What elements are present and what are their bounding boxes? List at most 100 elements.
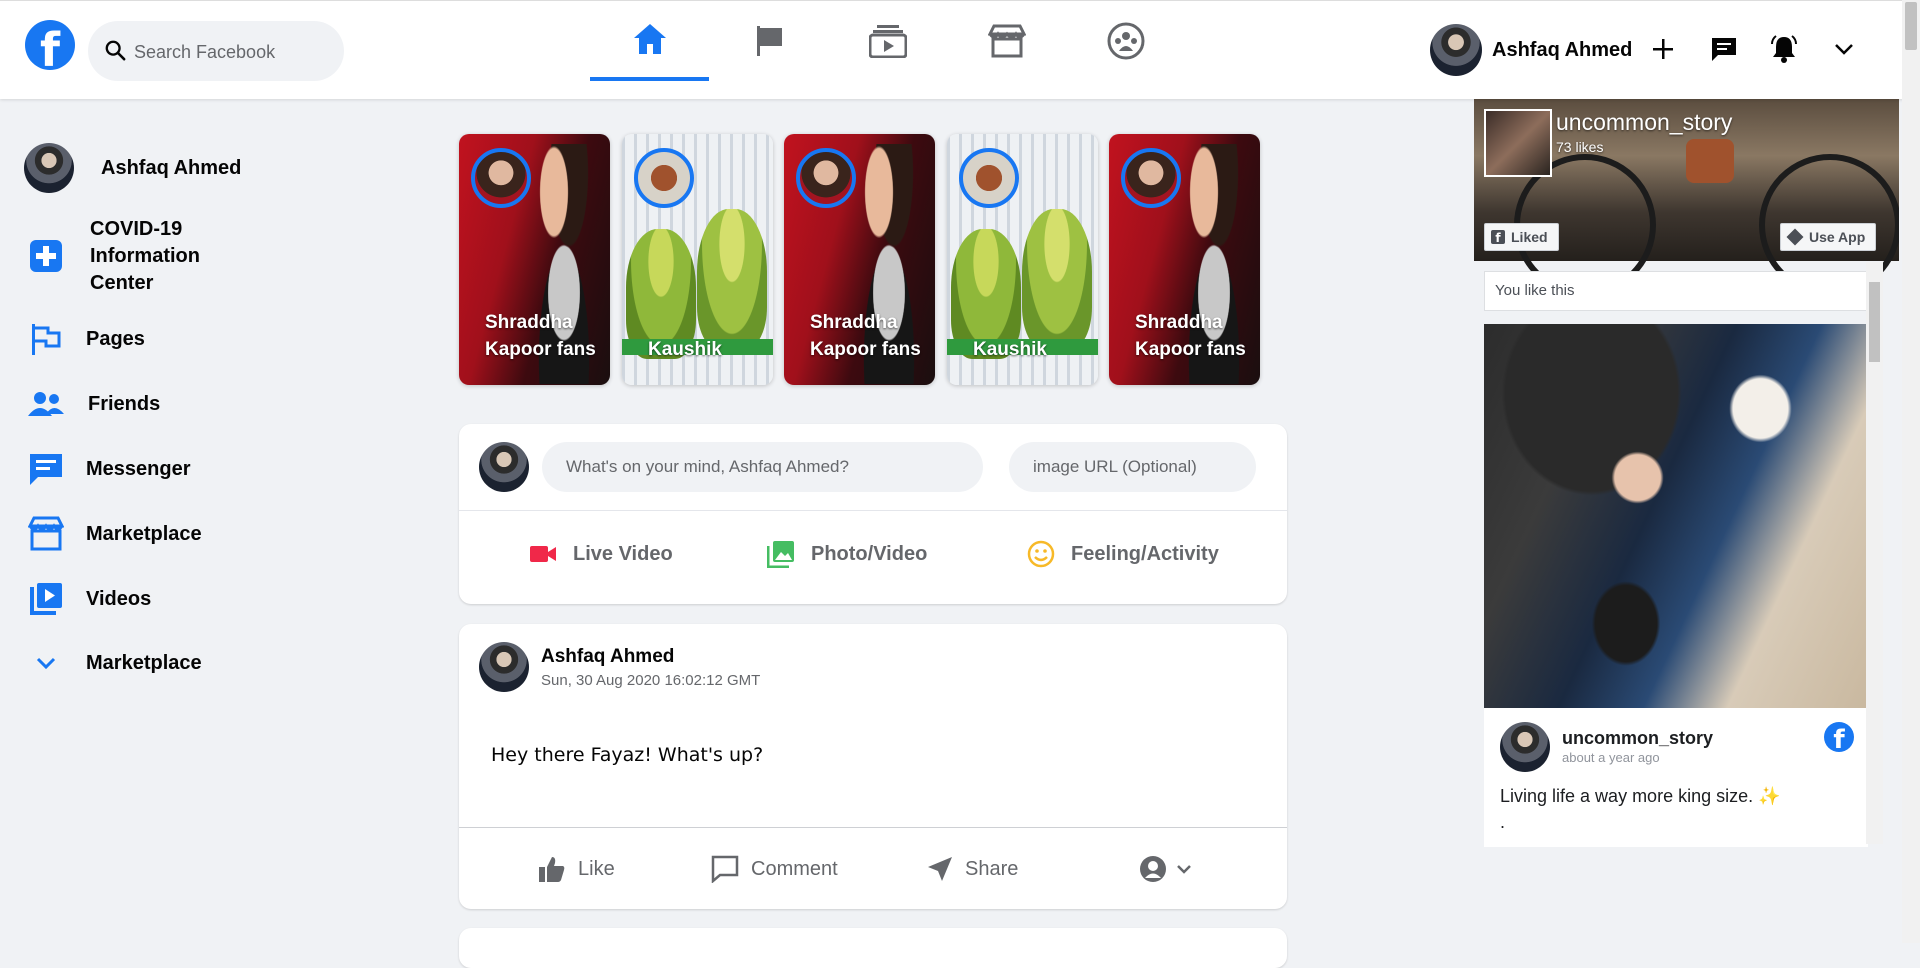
sidebar-item-messenger[interactable]: Messenger: [24, 436, 384, 502]
groups-icon: [1107, 22, 1144, 60]
feeling-activity-button[interactable]: Feeling/Activity: [1027, 534, 1219, 574]
nav-marketplace[interactable]: [947, 1, 1066, 81]
facebook-icon[interactable]: f: [1824, 722, 1854, 752]
sidebar-item-label: Friends: [88, 392, 161, 415]
post-timestamp: Sun, 30 Aug 2020 16:02:12 GMT: [541, 672, 761, 689]
share-button[interactable]: Share: [927, 849, 1018, 889]
chevron-down-icon: [1835, 44, 1853, 55]
avatar: [24, 143, 74, 193]
notifications-button[interactable]: [1766, 31, 1802, 67]
sidebar-item-friends[interactable]: Friends: [24, 372, 384, 436]
story-card[interactable]: Kaushik: [622, 134, 773, 385]
page-scrollbar[interactable]: [1902, 0, 1920, 943]
story-avatar: [1121, 148, 1181, 208]
avatar: [1430, 24, 1482, 76]
account-menu-button[interactable]: [1826, 31, 1862, 67]
story-card[interactable]: Shraddha Kapoor fans: [459, 134, 610, 385]
page-cover[interactable]: uncommon_story 73 likes f Liked Use App: [1474, 99, 1899, 296]
nav-pages[interactable]: [710, 1, 829, 81]
post-timestamp[interactable]: about a year ago: [1562, 750, 1660, 765]
watch-icon: [868, 25, 907, 58]
search-icon: [105, 40, 126, 61]
profile-name: Ashfaq Ahmed: [1492, 38, 1633, 61]
messenger-button[interactable]: [1706, 31, 1742, 67]
story-avatar: [796, 148, 856, 208]
story-title: Kaushik: [648, 339, 722, 360]
story-avatar: [471, 148, 531, 208]
button-label: Liked: [1511, 229, 1548, 245]
left-sidebar: Ashfaq Ahmed COVID-19 Information Center…: [24, 130, 384, 694]
bell-icon: [1771, 35, 1797, 63]
button-label: Use App: [1809, 229, 1866, 245]
post-image[interactable]: [1484, 324, 1868, 708]
chevron-down-icon: [1177, 865, 1191, 874]
scrollbar-thumb[interactable]: [1905, 2, 1917, 50]
post-text: Living life a way more king size. ✨: [1500, 786, 1781, 806]
plus-icon: [1653, 39, 1673, 59]
scrollbar-thumb[interactable]: [1869, 282, 1880, 362]
story-title: Kaushik: [973, 339, 1047, 360]
avatar[interactable]: [1500, 722, 1550, 772]
sidebar-item-label: COVID-19 Information Center: [90, 217, 200, 294]
comment-button[interactable]: Comment: [711, 849, 838, 889]
post-author[interactable]: uncommon_story: [1562, 728, 1713, 749]
avatar[interactable]: [479, 642, 529, 692]
sidebar-item-videos[interactable]: Videos: [24, 566, 384, 632]
sidebar-item-label: Pages: [86, 327, 145, 350]
avatar: [479, 442, 529, 492]
you-like-this-text: You like this: [1484, 271, 1874, 311]
photo-icon: [767, 541, 794, 568]
top-navigation-bar: f Search Facebook Ashfaq Ahmed: [0, 0, 1920, 99]
story-avatar: [634, 148, 694, 208]
covid-info-icon: [30, 240, 62, 272]
button-label: Comment: [751, 857, 838, 880]
post-composer: Live Video Photo/Video Feeling/Activity: [459, 424, 1287, 604]
photo-video-button[interactable]: Photo/Video: [767, 534, 927, 574]
story-image: [697, 209, 767, 349]
post-text: .: [1500, 812, 1506, 832]
sidebar-item-profile[interactable]: Ashfaq Ahmed: [24, 130, 384, 206]
friends-icon: [28, 392, 64, 416]
flag-icon: [32, 324, 61, 355]
page-post: uncommon_story about a year ago f Living…: [1484, 708, 1868, 847]
story-card[interactable]: Shraddha Kapoor fans: [784, 134, 935, 385]
audience-selector[interactable]: [1139, 849, 1193, 889]
search-input[interactable]: [132, 35, 336, 69]
widget-scrollbar[interactable]: [1866, 262, 1883, 844]
liked-button[interactable]: f Liked: [1484, 223, 1559, 251]
flag-icon: [756, 26, 782, 56]
sidebar-item-see-more[interactable]: Marketplace: [24, 632, 384, 694]
comment-icon: [711, 855, 739, 883]
like-button[interactable]: Like: [538, 849, 615, 889]
messenger-icon: [30, 454, 62, 485]
divider: [459, 510, 1287, 511]
sidebar-item-marketplace[interactable]: Marketplace: [24, 502, 384, 566]
nav-groups[interactable]: [1066, 1, 1185, 81]
page-thumbnail[interactable]: [1484, 109, 1552, 177]
profile-chip[interactable]: Ashfaq Ahmed: [1430, 23, 1632, 77]
thumbs-up-icon: [539, 857, 565, 882]
nav-watch[interactable]: [828, 1, 947, 81]
story-card[interactable]: Kaushik: [947, 134, 1098, 385]
story-image: [1022, 209, 1092, 349]
create-button[interactable]: [1645, 31, 1681, 67]
facebook-icon: f: [1491, 230, 1505, 245]
chevron-down-icon: [36, 657, 56, 670]
sidebar-item-covid[interactable]: COVID-19 Information Center: [24, 206, 384, 306]
use-app-button[interactable]: Use App: [1780, 223, 1877, 251]
marketplace-icon: [28, 516, 64, 551]
status-input[interactable]: [542, 442, 983, 492]
live-video-button[interactable]: Live Video: [529, 534, 673, 574]
image-url-input[interactable]: [1009, 442, 1256, 492]
page-name[interactable]: uncommon_story: [1556, 109, 1732, 136]
nav-home[interactable]: [590, 1, 709, 81]
search-box[interactable]: [88, 21, 344, 81]
button-label: Live Video: [573, 542, 673, 565]
sidebar-item-pages[interactable]: Pages: [24, 306, 384, 372]
button-label: Share: [965, 857, 1019, 880]
feed-post: [459, 928, 1287, 968]
facebook-logo[interactable]: f: [25, 20, 75, 70]
post-author[interactable]: Ashfaq Ahmed: [541, 646, 674, 668]
sidebar-item-label: Messenger: [86, 457, 191, 480]
story-card[interactable]: Shraddha Kapoor fans: [1109, 134, 1260, 385]
